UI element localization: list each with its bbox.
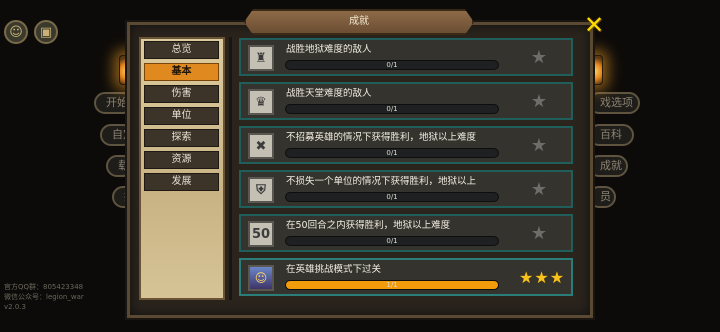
hero-portrait-icon: ☺ — [248, 265, 274, 291]
tab-1[interactable]: 基本 — [144, 63, 219, 81]
achievement-progress-bar: 0/1 — [285, 236, 499, 246]
profile-icon[interactable]: ☺ — [4, 20, 28, 44]
panel-title: 成就 — [244, 9, 474, 35]
locked-star-icon: ★ — [530, 47, 548, 68]
tab-2[interactable]: 伤害 — [144, 85, 219, 103]
bg-menu-right-1[interactable]: 戏选项 — [588, 92, 640, 114]
locked-star-icon: ★ — [530, 91, 548, 112]
crown-icon: ♛ — [248, 89, 274, 115]
achievement-name: 不损失一个单位的情况下获得胜利，地狱以上 — [286, 176, 477, 187]
achievement-name: 在50回合之内获得胜利，地狱以上难度 — [286, 220, 451, 231]
footer-version: v2.0.3 — [4, 303, 26, 311]
achievement-row[interactable]: ♛ 战胜天堂难度的敌人 0/1 ★ — [239, 82, 573, 120]
shop-icon[interactable]: ▣ — [34, 20, 58, 44]
tab-5[interactable]: 资源 — [144, 151, 219, 169]
achievement-row[interactable]: ♜ 战胜地狱难度的敌人 0/1 ★ — [239, 38, 573, 76]
progress-text: 0/1 — [386, 237, 398, 245]
achievement-list[interactable]: ♜ 战胜地狱难度的敌人 0/1 ★ ♛ 战胜天堂难度的敌人 0/1 ★ ✖ 不招募英雄的情况下获得… — [233, 35, 583, 300]
tab-4[interactable]: 探索 — [144, 129, 219, 147]
achievement-progress-bar: 0/1 — [285, 148, 499, 158]
achievement-name: 在英雄挑战模式下过关 — [286, 264, 382, 275]
achievement-name: 战胜天堂难度的敌人 — [286, 88, 372, 99]
achievement-name: 不招募英雄的情况下获得胜利，地狱以上难度 — [286, 132, 477, 143]
close-x-icon[interactable]: ✕ — [582, 13, 606, 37]
achievement-row[interactable]: 50 在50回合之内获得胜利，地狱以上难度 0/1 ★ — [239, 214, 573, 252]
progress-text: 0/1 — [386, 61, 398, 69]
achievement-progress-bar: 1/1 — [285, 280, 499, 290]
achievement-progress-bar: 0/1 — [285, 192, 499, 202]
locked-star-icon: ★ — [530, 135, 548, 156]
shield-unit-icon: ⛨ — [248, 177, 274, 203]
achievement-row[interactable]: ✖ 不招募英雄的情况下获得胜利，地狱以上难度 0/1 ★ — [239, 126, 573, 164]
tab-6[interactable]: 发展 — [144, 173, 219, 191]
achievement-name: 战胜地狱难度的敌人 — [286, 44, 372, 55]
no-hero-icon: ✖ — [248, 133, 274, 159]
panel-divider — [229, 37, 232, 300]
tab-0[interactable]: 总览 — [144, 41, 219, 59]
progress-text: 0/1 — [386, 193, 398, 201]
bg-menu-right-2[interactable]: 百科 — [588, 124, 634, 146]
tab-3[interactable]: 单位 — [144, 107, 219, 125]
progress-text: 0/1 — [386, 149, 398, 157]
progress-text: 0/1 — [386, 105, 398, 113]
footer-wechat: 微信公众号：legion_war — [4, 293, 84, 301]
achievement-row[interactable]: ⛨ 不损失一个单位的情况下获得胜利，地狱以上 0/1 ★ — [239, 170, 573, 208]
achievement-progress-bar: 0/1 — [285, 60, 499, 70]
achievement-progress-bar: 0/1 — [285, 104, 499, 114]
achievement-row[interactable]: ☺ 在英雄挑战模式下过关 1/1 ★★★ — [239, 258, 573, 296]
bg-menu-right-3[interactable]: 成就 — [588, 155, 628, 177]
reward-stars-icon: ★★★ — [519, 268, 566, 287]
footer-qq: 官方QQ群：805423348 — [4, 283, 84, 291]
fifty-turns-icon: 50 — [248, 221, 274, 247]
helmet-icon: ♜ — [248, 45, 274, 71]
locked-star-icon: ★ — [530, 223, 548, 244]
progress-text: 1/1 — [386, 281, 398, 289]
locked-star-icon: ★ — [530, 179, 548, 200]
